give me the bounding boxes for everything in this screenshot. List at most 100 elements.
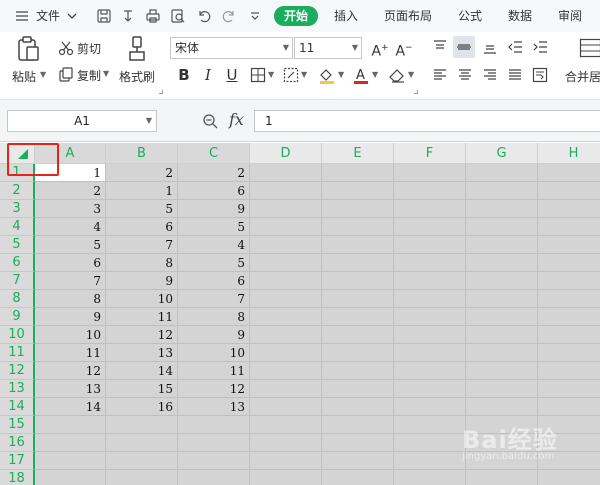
cell-d13[interactable]	[250, 380, 322, 398]
undo-icon[interactable]	[196, 8, 212, 24]
cell-e2[interactable]	[322, 182, 394, 200]
cell-d5[interactable]	[250, 236, 322, 254]
format-painter-button[interactable]: 格式刷	[119, 68, 155, 85]
print-icon[interactable]	[145, 8, 161, 24]
clear-format-icon[interactable]	[388, 67, 406, 83]
cell-c1[interactable]: 2	[178, 164, 250, 182]
cut-button[interactable]: 剪切	[77, 40, 101, 57]
cell-g8[interactable]	[466, 290, 538, 308]
cell-a4[interactable]: 4	[35, 218, 106, 236]
cell-a3[interactable]: 3	[35, 200, 106, 218]
cell-b13[interactable]: 15	[106, 380, 178, 398]
cell-c9[interactable]: 8	[178, 308, 250, 326]
cell-f13[interactable]	[394, 380, 466, 398]
cell-a8[interactable]: 8	[35, 290, 106, 308]
cell-d10[interactable]	[250, 326, 322, 344]
cell-f3[interactable]	[394, 200, 466, 218]
cell-g5[interactable]	[466, 236, 538, 254]
tab-data[interactable]: 数据	[508, 0, 532, 32]
column-header-h[interactable]: H	[538, 143, 600, 164]
cell-c2[interactable]: 6	[178, 182, 250, 200]
cell-b11[interactable]: 13	[106, 344, 178, 362]
cell-e7[interactable]	[322, 272, 394, 290]
cell-b14[interactable]: 16	[106, 398, 178, 416]
cell-d1[interactable]	[250, 164, 322, 182]
paste-icon[interactable]	[16, 36, 40, 62]
column-header-b[interactable]: B	[106, 143, 178, 164]
merge-cells-icon[interactable]	[579, 38, 600, 58]
column-header-c[interactable]: C	[178, 143, 250, 164]
cell-e11[interactable]	[322, 344, 394, 362]
align-center-icon[interactable]	[457, 67, 473, 83]
fill-color-dropdown-icon[interactable]: ▼	[338, 70, 344, 79]
row-header-17[interactable]: 17	[0, 452, 35, 470]
cell-d8[interactable]	[250, 290, 322, 308]
save-icon[interactable]	[96, 8, 112, 24]
cell-c11[interactable]: 10	[178, 344, 250, 362]
cell-h10[interactable]	[538, 326, 600, 344]
cell-h13[interactable]	[538, 380, 600, 398]
cell-g9[interactable]	[466, 308, 538, 326]
cell-e9[interactable]	[322, 308, 394, 326]
cell-d15[interactable]	[250, 416, 322, 434]
decrease-font-size-icon[interactable]: A−	[394, 38, 414, 60]
cell-a17[interactable]	[35, 452, 106, 470]
format-painter-icon[interactable]	[127, 36, 147, 62]
cell-g2[interactable]	[466, 182, 538, 200]
cell-f1[interactable]	[394, 164, 466, 182]
cell-g4[interactable]	[466, 218, 538, 236]
cell-h6[interactable]	[538, 254, 600, 272]
cell-a9[interactable]: 9	[35, 308, 106, 326]
print-preview-icon[interactable]	[170, 8, 186, 24]
cell-e3[interactable]	[322, 200, 394, 218]
cell-e17[interactable]	[322, 452, 394, 470]
cell-f9[interactable]	[394, 308, 466, 326]
cell-h1[interactable]	[538, 164, 600, 182]
cell-a7[interactable]: 7	[35, 272, 106, 290]
cell-c8[interactable]: 7	[178, 290, 250, 308]
column-header-d[interactable]: D	[250, 143, 322, 164]
cell-c17[interactable]	[178, 452, 250, 470]
merge-center-button[interactable]: 合并居	[565, 68, 600, 85]
font-size-select[interactable]: 11 ▼	[294, 37, 362, 59]
row-header-16[interactable]: 16	[0, 434, 35, 452]
cell-c7[interactable]: 6	[178, 272, 250, 290]
paste-dropdown-icon[interactable]: ▼	[40, 70, 46, 79]
cell-h18[interactable]	[538, 470, 600, 485]
cell-h12[interactable]	[538, 362, 600, 380]
cell-d4[interactable]	[250, 218, 322, 236]
row-header-12[interactable]: 12	[0, 362, 35, 380]
cell-f5[interactable]	[394, 236, 466, 254]
cell-g3[interactable]	[466, 200, 538, 218]
cell-b12[interactable]: 14	[106, 362, 178, 380]
font-group-launcher[interactable]	[414, 90, 418, 94]
align-top-icon[interactable]	[432, 39, 448, 55]
cell-b16[interactable]	[106, 434, 178, 452]
cell-c12[interactable]: 11	[178, 362, 250, 380]
row-header-3[interactable]: 3	[0, 200, 35, 218]
cell-a14[interactable]: 14	[35, 398, 106, 416]
borders-icon[interactable]	[250, 67, 266, 83]
italic-icon[interactable]: I	[198, 65, 218, 85]
row-header-4[interactable]: 4	[0, 218, 35, 236]
cell-a12[interactable]: 12	[35, 362, 106, 380]
cell-c5[interactable]: 4	[178, 236, 250, 254]
cell-b3[interactable]: 5	[106, 200, 178, 218]
font-color-icon[interactable]: A	[352, 66, 370, 84]
increase-font-size-icon[interactable]: A+	[370, 38, 390, 60]
cell-g18[interactable]	[466, 470, 538, 485]
cell-f7[interactable]	[394, 272, 466, 290]
cell-b17[interactable]	[106, 452, 178, 470]
cell-style-dropdown-icon[interactable]: ▼	[301, 70, 307, 79]
cell-e10[interactable]	[322, 326, 394, 344]
cell-h9[interactable]	[538, 308, 600, 326]
cell-b15[interactable]	[106, 416, 178, 434]
cell-c10[interactable]: 9	[178, 326, 250, 344]
cell-e18[interactable]	[322, 470, 394, 485]
cell-e4[interactable]	[322, 218, 394, 236]
cell-f10[interactable]	[394, 326, 466, 344]
tab-review[interactable]: 审阅	[558, 0, 582, 32]
cell-e14[interactable]	[322, 398, 394, 416]
font-name-select[interactable]: 宋体 ▼	[170, 37, 293, 59]
cell-h14[interactable]	[538, 398, 600, 416]
